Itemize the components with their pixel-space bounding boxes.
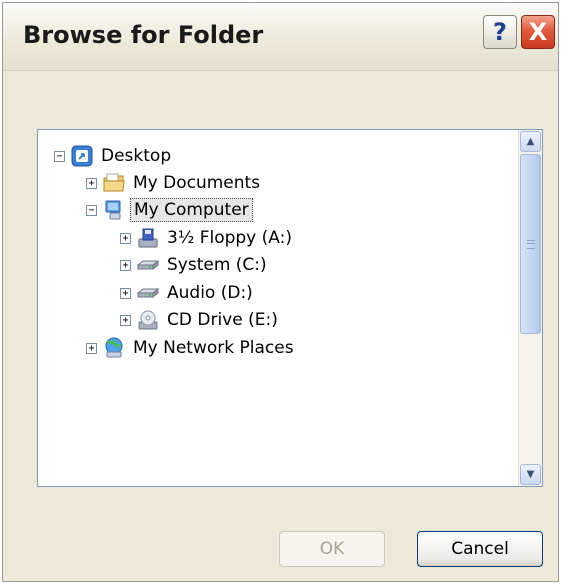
tree-item-label: System (C:) xyxy=(167,255,267,275)
computer-icon xyxy=(103,199,125,221)
tree-item-label: Audio (D:) xyxy=(167,283,253,303)
ok-button[interactable]: OK xyxy=(279,531,385,567)
scroll-down-button[interactable]: ▼ xyxy=(520,464,541,485)
expand-toggle[interactable]: + xyxy=(86,342,97,354)
scrollbar-thumb[interactable] xyxy=(520,154,541,334)
tree-item-audio-d[interactable]: + Audio (D:) xyxy=(120,280,256,306)
tree-item-my-computer[interactable]: − My Computer xyxy=(86,197,253,223)
desktop-icon xyxy=(71,145,93,167)
tree-item-my-documents[interactable]: + My Documents xyxy=(86,170,263,196)
tree-item-cd-drive-e[interactable]: + CD Drive (E:) xyxy=(120,307,281,333)
vertical-scrollbar[interactable]: ▲ ▼ xyxy=(518,130,542,486)
expand-toggle[interactable]: + xyxy=(120,232,131,244)
expand-toggle[interactable]: + xyxy=(86,177,97,189)
expand-toggle[interactable]: + xyxy=(120,314,131,326)
tree-item-label: My Documents xyxy=(133,173,261,193)
hard-drive-icon xyxy=(136,254,160,276)
tree-item-system-c[interactable]: + System (C:) xyxy=(120,252,270,278)
tree-item-label: My Computer xyxy=(130,198,253,222)
help-button[interactable]: ? xyxy=(483,15,517,49)
folder-icon xyxy=(103,172,125,194)
collapse-toggle[interactable]: − xyxy=(54,150,65,162)
help-icon: ? xyxy=(493,18,507,46)
folder-tree: − Desktop + My Documents − My Computer +… xyxy=(38,130,518,486)
expand-toggle[interactable]: + xyxy=(120,287,131,299)
tree-item-label: My Network Places xyxy=(133,338,294,358)
scroll-up-button[interactable]: ▲ xyxy=(520,131,541,152)
cd-drive-icon xyxy=(137,309,159,331)
tree-item-label: Desktop xyxy=(101,146,172,166)
cancel-button[interactable]: Cancel xyxy=(417,531,543,567)
hard-drive-icon xyxy=(136,282,160,304)
browse-for-folder-dialog: Browse for Folder ? X − Desktop + My Doc… xyxy=(2,2,559,582)
folder-tree-panel: − Desktop + My Documents − My Computer +… xyxy=(37,129,543,487)
floppy-drive-icon xyxy=(137,227,159,249)
chevron-up-icon: ▲ xyxy=(526,136,535,147)
close-icon: X xyxy=(528,18,548,46)
collapse-toggle[interactable]: − xyxy=(86,204,97,216)
tree-item-label: CD Drive (E:) xyxy=(167,310,278,330)
dialog-title: Browse for Folder xyxy=(23,21,264,49)
grip-icon xyxy=(526,239,535,249)
chevron-down-icon: ▼ xyxy=(526,469,535,480)
expand-toggle[interactable]: + xyxy=(120,259,131,271)
title-bar[interactable]: Browse for Folder ? X xyxy=(3,3,558,71)
close-button[interactable]: X xyxy=(521,15,555,49)
tree-item-my-network-places[interactable]: + My Network Places xyxy=(86,335,297,361)
tree-item-floppy-a[interactable]: + 3½ Floppy (A:) xyxy=(120,225,295,251)
tree-item-desktop[interactable]: − Desktop xyxy=(54,143,174,169)
tree-item-label: 3½ Floppy (A:) xyxy=(167,228,292,248)
network-icon xyxy=(103,337,125,359)
